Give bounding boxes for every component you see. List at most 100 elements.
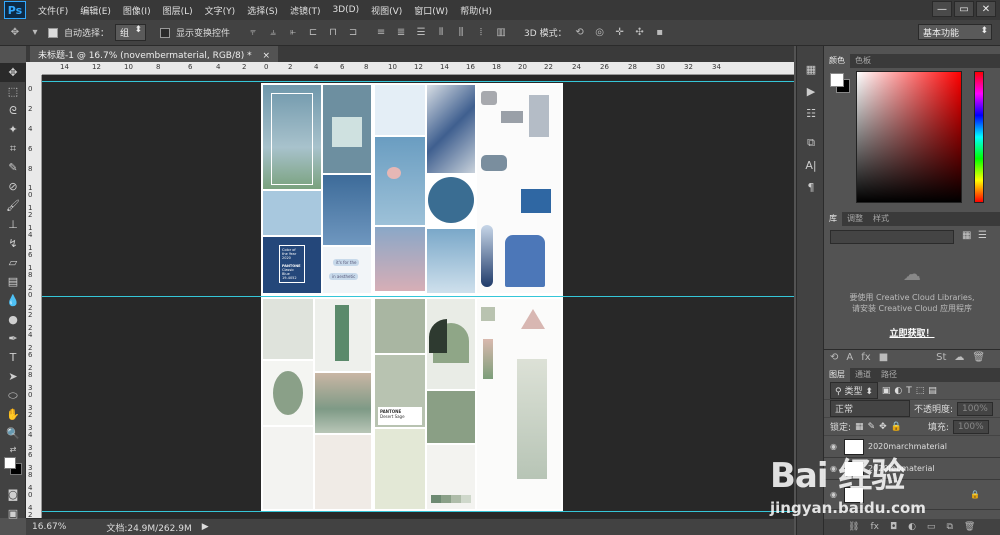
eraser-tool-icon[interactable]: ▱ [0,253,26,272]
clone-stamp-tool-icon[interactable]: ⊥ [0,215,26,234]
path-selection-tool-icon[interactable]: ➤ [0,367,26,386]
menu-file[interactable]: 文件(F) [32,4,74,17]
move-tool-icon[interactable]: ✥ [8,26,22,40]
document-tab[interactable]: 未标题-1 @ 16.7% (novembermaterial, RGB/8) … [30,46,279,62]
magic-wand-tool-icon[interactable]: ✦ [0,120,26,139]
maximize-button[interactable]: ▭ [954,1,974,17]
opacity-field[interactable]: 100% [957,401,993,416]
lock-transparency-icon[interactable]: ▦ [855,422,864,432]
cloud-sync-icon[interactable]: ☁ [954,352,964,363]
auto-select-checkbox[interactable] [48,27,58,38]
align-hcenter-icon[interactable]: ⊓ [326,26,340,40]
new-layer-icon[interactable]: ⧉ [946,522,952,532]
properties-panel-icon[interactable]: ☷ [797,102,825,124]
zoom-level[interactable]: 16.67% [32,522,66,532]
color-swatches[interactable] [0,455,26,485]
crop-tool-icon[interactable]: ⌗ [0,139,26,158]
tab-swatches[interactable]: 色板 [850,54,876,68]
gradient-tool-icon[interactable]: ▤ [0,272,26,291]
tab-styles[interactable]: 样式 [868,212,894,226]
menu-type[interactable]: 文字(Y) [199,4,242,17]
delete-layer-icon[interactable]: 🗑 [964,522,975,532]
align-bottom-icon[interactable]: ⫦ [286,26,300,40]
dodge-tool-icon[interactable]: ● [0,310,26,329]
3d-slide-icon[interactable]: ✣ [633,26,647,40]
auto-select-dropdown[interactable]: 组 ⬍ [115,24,147,41]
vertical-ruler[interactable]: 0 2 4 6 8 1 0 1 2 1 4 1 6 1 8 2 0 2 2 2 … [26,75,42,518]
distribute-hcenter-icon[interactable]: ⫼ [454,26,468,40]
filter-adjust-icon[interactable]: ◐ [894,386,902,396]
blend-mode-dropdown[interactable]: 正常 [830,400,910,417]
quick-mask-icon[interactable]: ◙ [0,485,26,504]
pen-tool-icon[interactable]: ✒ [0,329,26,348]
get-now-link[interactable]: 立即获取！ [824,326,1000,339]
color-picker-field[interactable] [856,71,962,203]
menu-filter[interactable]: 滤镜(T) [284,4,327,17]
horizontal-ruler[interactable]: 14 12 10 8 6 4 2 0 2 4 6 8 10 12 14 16 1… [42,62,794,75]
zoom-tool-icon[interactable]: 🔍 [0,424,26,443]
type-tool-icon[interactable]: T [0,348,26,367]
lasso-tool-icon[interactable]: ᘓ [0,101,26,120]
align-top-icon[interactable]: ⫧ [246,26,260,40]
add-graphic-icon[interactable]: ⟲ [830,352,838,363]
adjustment-layer-icon[interactable]: ◐ [908,522,916,532]
tab-adjustments[interactable]: 调整 [842,212,868,226]
distribute-left-icon[interactable]: ⦀ [434,26,448,40]
3d-pan-icon[interactable]: ✛ [613,26,627,40]
menu-image[interactable]: 图像(I) [117,4,157,17]
marquee-tool-icon[interactable]: ⬚ [0,82,26,101]
tab-channels[interactable]: 通道 [850,368,876,382]
add-color-icon[interactable]: ■ [879,352,888,363]
filter-pixel-icon[interactable]: ▣ [882,386,891,396]
distribute-vcenter-icon[interactable]: ≣ [394,26,408,40]
screen-mode-icon[interactable]: ▣ [0,504,26,523]
tab-paths[interactable]: 路径 [876,368,902,382]
new-group-icon[interactable]: ▭ [927,522,936,532]
auto-align-icon[interactable]: ▥ [494,26,508,40]
hand-tool-icon[interactable]: ✋ [0,405,26,424]
brush-panel-icon[interactable]: ⧉ [797,132,825,154]
actions-panel-icon[interactable]: ▶ [797,80,825,102]
distribute-right-icon[interactable]: ⦙ [474,26,488,40]
history-panel-icon[interactable]: ▦ [797,58,825,80]
menu-view[interactable]: 视图(V) [365,4,408,17]
character-panel-icon[interactable]: A| [797,154,825,176]
tab-layers[interactable]: 图层 [824,368,850,382]
ellipse-tool-icon[interactable]: ⬭ [0,386,26,405]
trash-icon[interactable]: 🗑 [972,352,985,363]
foreground-color-swatch[interactable] [830,73,844,87]
history-brush-tool-icon[interactable]: ↯ [0,234,26,253]
add-mask-icon[interactable]: ◘ [890,522,897,532]
menu-window[interactable]: 窗口(W) [408,4,454,17]
filter-shape-icon[interactable]: ⬚ [916,386,925,396]
menu-help[interactable]: 帮助(H) [454,4,498,17]
eyedropper-tool-icon[interactable]: ✎ [0,158,26,177]
document-canvas[interactable]: Color of the Year 2020 PANTONE Classic B… [261,83,563,511]
3d-scale-icon[interactable]: ▪ [653,26,667,40]
library-dropdown[interactable] [830,230,954,244]
close-button[interactable]: ✕ [976,1,996,17]
align-right-icon[interactable]: ⊐ [346,26,360,40]
tool-preset-dropdown-icon[interactable]: ▾ [28,26,42,40]
filter-smart-icon[interactable]: ▤ [928,386,937,396]
menu-edit[interactable]: 编辑(E) [74,4,117,17]
add-layer-style-icon[interactable]: fx [861,352,870,363]
foreground-color-swatch[interactable] [4,457,16,469]
hue-slider[interactable] [974,71,984,203]
menu-select[interactable]: 选择(S) [241,4,284,17]
stock-icon[interactable]: St [936,352,946,363]
add-character-style-icon[interactable]: A [846,352,853,363]
lock-position-icon[interactable]: ✥ [879,422,887,432]
paragraph-panel-icon[interactable]: ¶ [797,176,825,198]
lock-all-icon[interactable]: 🔒 [891,422,902,432]
canvas-area[interactable]: Color of the Year 2020 PANTONE Classic B… [42,75,794,518]
layer-filter-dropdown[interactable]: ⚲ 类型 ⬍ [830,382,878,399]
align-vcenter-icon[interactable]: ⫨ [266,26,280,40]
distribute-bottom-icon[interactable]: ☰ [414,26,428,40]
guide-line[interactable] [42,511,794,512]
3d-rotate-icon[interactable]: ⟲ [573,26,587,40]
move-tool-icon[interactable]: ✥ [0,63,26,82]
menu-3d[interactable]: 3D(D) [326,5,365,15]
lock-pixels-icon[interactable]: ✎ [868,422,876,432]
show-transform-checkbox[interactable] [160,27,171,38]
